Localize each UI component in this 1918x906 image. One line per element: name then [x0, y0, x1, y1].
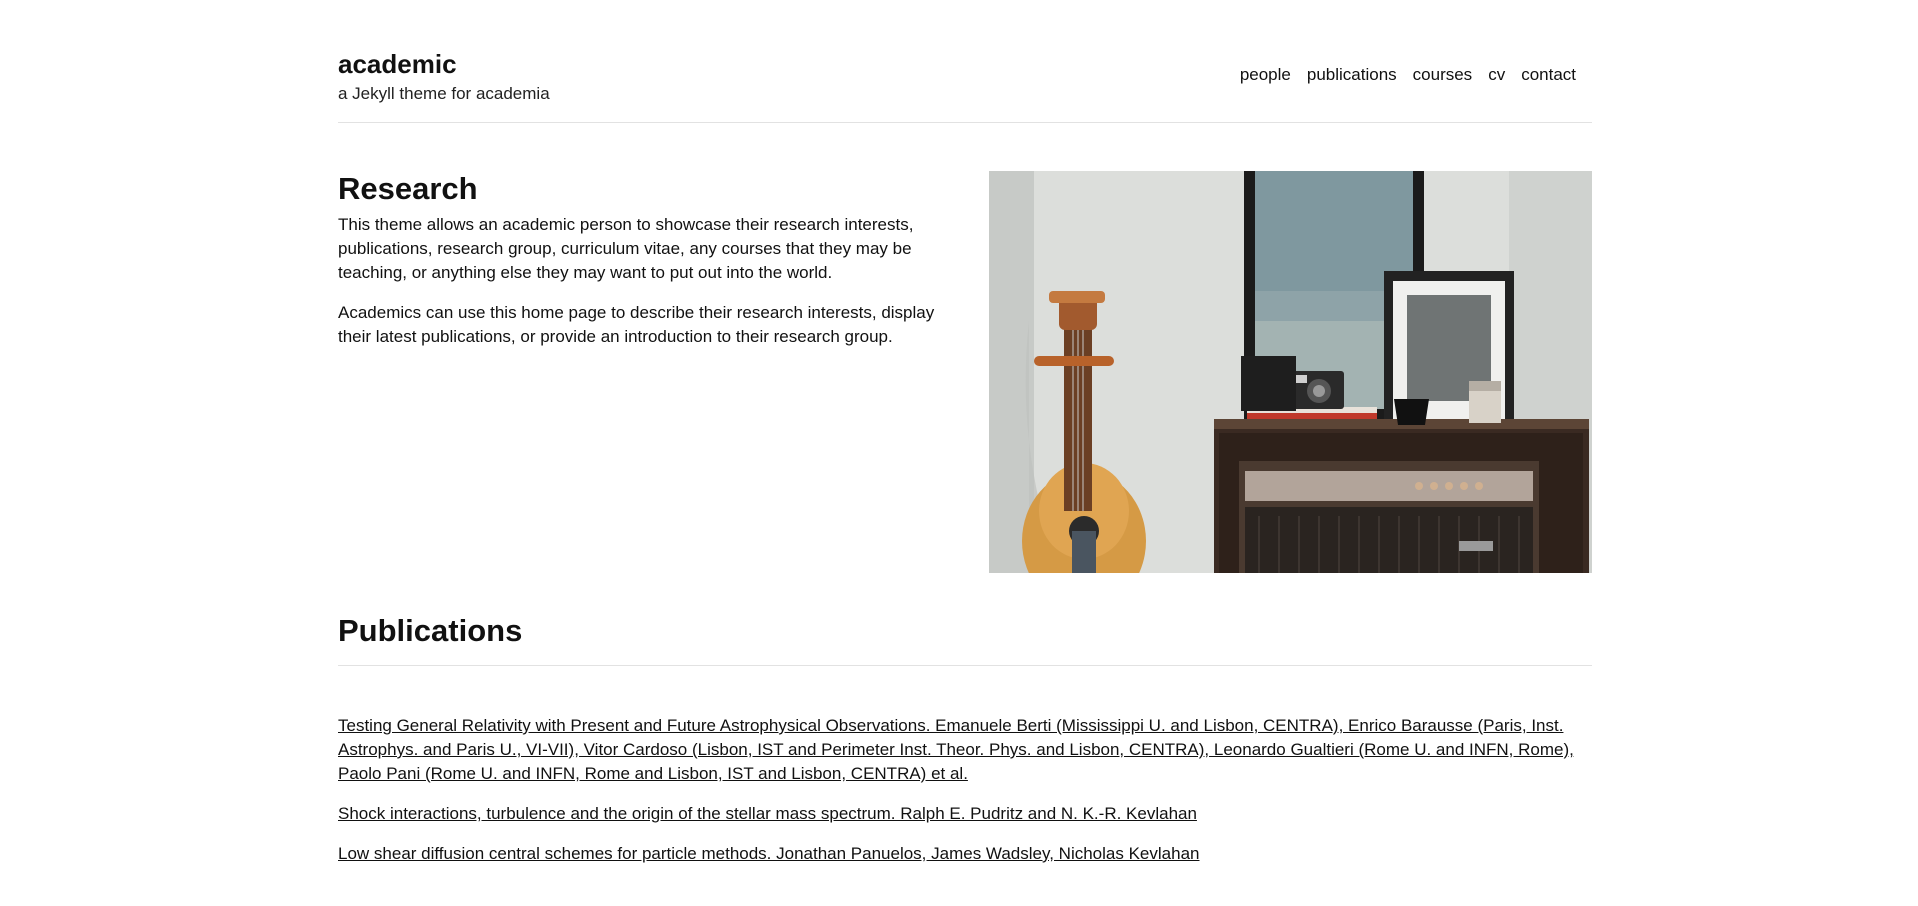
page-container: academic a Jekyll theme for academia peo… — [338, 0, 1592, 866]
publication-item: Shock interactions, turbulence and the o… — [338, 802, 1592, 826]
publication-item: Low shear diffusion central schemes for … — [338, 842, 1592, 866]
nav-link-publications[interactable]: publications — [1307, 65, 1397, 85]
research-paragraph-2: Academics can use this home page to desc… — [338, 303, 935, 346]
publication-list: Testing General Relativity with Present … — [338, 666, 1592, 866]
publication-link-2[interactable]: Shock interactions, turbulence and the o… — [338, 804, 1197, 823]
site-tagline: a Jekyll theme for academia — [338, 84, 550, 103]
research-heading: Research — [338, 171, 478, 206]
publication-link-1[interactable]: Testing General Relativity with Present … — [338, 716, 1574, 783]
publication-link-3[interactable]: Low shear diffusion central schemes for … — [338, 844, 1199, 863]
publication-item: Testing General Relativity with Present … — [338, 714, 1592, 786]
site-title-link[interactable]: academic — [338, 48, 457, 80]
hero-photo — [989, 171, 1592, 573]
nav-link-cv[interactable]: cv — [1488, 65, 1505, 85]
research-paragraph-1: This theme allows an academic person to … — [338, 215, 914, 282]
site-header: academic a Jekyll theme for academia peo… — [338, 0, 1592, 123]
nav-link-contact[interactable]: contact — [1521, 65, 1576, 85]
research-text: Research This theme allows an academic p… — [338, 171, 938, 349]
site-nav: people publications courses cv contact — [1240, 65, 1576, 85]
nav-link-people[interactable]: people — [1240, 65, 1291, 85]
publications-heading: Publications — [338, 575, 1592, 666]
hero-image — [989, 171, 1592, 573]
research-section: Research This theme allows an academic p… — [338, 123, 1592, 575]
nav-link-courses[interactable]: courses — [1413, 65, 1473, 85]
publications-section: Publications Testing General Relativity … — [338, 575, 1592, 866]
